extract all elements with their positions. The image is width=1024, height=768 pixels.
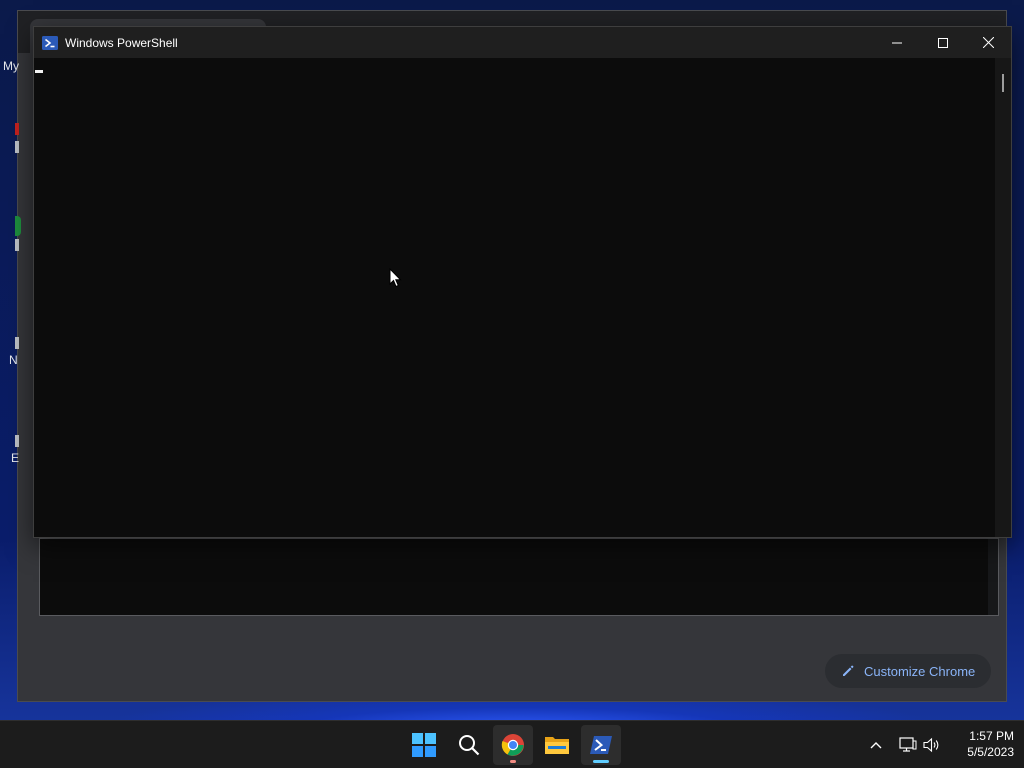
maximize-icon <box>938 37 948 48</box>
shortcut-fragment <box>15 435 19 447</box>
shortcut-fragment <box>15 337 19 349</box>
close-button[interactable] <box>965 27 1011 58</box>
pencil-icon <box>843 665 854 676</box>
scrollbar[interactable] <box>988 539 998 615</box>
mouse-pointer-icon <box>389 268 402 288</box>
close-icon <box>982 37 994 48</box>
network-icon <box>899 737 917 752</box>
chrome-icon <box>501 734 524 756</box>
text-cursor <box>35 70 43 73</box>
shortcut-fragment <box>15 141 19 153</box>
show-hidden-icons-button[interactable] <box>866 735 886 755</box>
shortcut-fragment <box>15 239 19 251</box>
file-explorer-icon <box>545 737 569 754</box>
clock[interactable]: 1:57 PM 5/5/2023 <box>948 728 1014 760</box>
chrome-partial-label: N <box>9 353 18 367</box>
taskbar-file-explorer-button[interactable] <box>537 725 577 765</box>
scrollbar[interactable] <box>995 58 1011 537</box>
start-icon <box>412 733 436 757</box>
taskbar-powershell-button[interactable] <box>581 725 621 765</box>
clock-date: 5/5/2023 <box>967 745 1014 759</box>
powershell-icon <box>42 35 58 50</box>
taskbar: 1:57 PM 5/5/2023 <box>0 720 1024 768</box>
window-title: Windows PowerShell <box>65 35 178 50</box>
customize-chrome-button[interactable]: Customize Chrome <box>825 654 991 688</box>
chevron-up-icon <box>870 742 882 749</box>
customize-chrome-label: Customize Chrome <box>864 663 976 679</box>
powershell-window[interactable]: Windows PowerShell <box>33 26 1012 538</box>
volume-icon <box>923 737 939 753</box>
chrome-content-panel <box>39 538 999 616</box>
chrome-partial-label: My <box>3 59 19 73</box>
taskbar-chrome-button[interactable] <box>493 725 533 765</box>
console-output[interactable] <box>34 58 995 537</box>
search-button[interactable] <box>449 725 489 765</box>
minimize-button[interactable] <box>874 27 920 58</box>
running-indicator <box>510 760 516 763</box>
shortcut-fragment <box>15 216 21 236</box>
shortcut-fragment <box>15 123 19 135</box>
start-button[interactable] <box>404 725 444 765</box>
maximize-button[interactable] <box>920 27 966 58</box>
powershell-icon <box>590 736 612 754</box>
chrome-partial-label: E <box>11 451 20 465</box>
scroll-thumb[interactable] <box>1002 74 1004 92</box>
network-button[interactable] <box>898 735 918 755</box>
minimize-icon <box>892 42 902 43</box>
active-indicator <box>593 760 609 763</box>
search-icon <box>459 735 480 756</box>
powershell-title-bar[interactable]: Windows PowerShell <box>34 27 1011 58</box>
volume-button[interactable] <box>922 735 942 755</box>
clock-time: 1:57 PM <box>969 729 1014 743</box>
